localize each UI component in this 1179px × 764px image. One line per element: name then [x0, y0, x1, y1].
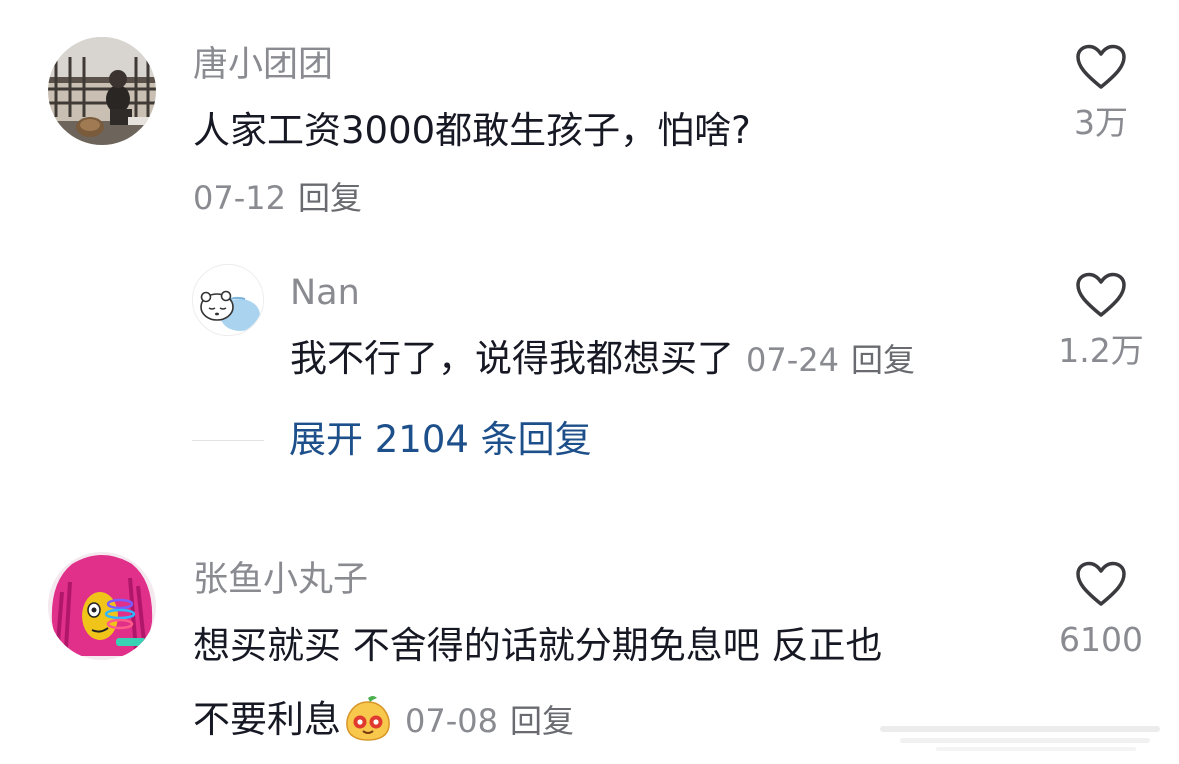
avatar[interactable] [192, 264, 264, 336]
comment-date: 07-12 [193, 179, 286, 217]
reply-button[interactable]: 回复 [298, 179, 362, 217]
heart-icon [1076, 272, 1126, 317]
comment-text: 不要利息 [193, 698, 341, 741]
comment-date: 07-08 [405, 702, 498, 740]
comment-text: 我不行了，说得我都想买了 [290, 337, 734, 380]
like-button[interactable]: 1.2万 [1041, 272, 1161, 367]
sleeping-bear-avatar-icon [193, 265, 263, 335]
reply-button[interactable]: 回复 [851, 341, 915, 379]
comment-text: 人家工资3000都敢生孩子，怕啥? [193, 109, 751, 152]
expand-replies-button[interactable]: 展开 2104 条回复 [289, 421, 592, 458]
like-count: 1.2万 [1058, 331, 1144, 370]
smiling-pear-emoji-icon [343, 694, 393, 748]
comment-text-row: 我不行了，说得我都想买了 07-24 回复 [290, 340, 915, 377]
watermark [880, 726, 1160, 751]
heart-icon [1076, 44, 1126, 89]
like-count: 3万 [1074, 103, 1128, 142]
avatar[interactable] [48, 37, 156, 145]
avatar[interactable] [48, 552, 156, 660]
comment-text: 想买就买 不舍得的话就分期免息吧 反正也 [193, 624, 883, 667]
comment-username[interactable]: 唐小团团 [193, 48, 333, 83]
pink-hair-avatar-icon [48, 552, 156, 660]
divider [192, 440, 264, 441]
like-button[interactable]: 3万 [1041, 44, 1161, 139]
comment-username[interactable]: 张鱼小丸子 [193, 563, 368, 598]
comment-date: 07-24 [746, 341, 839, 379]
comment-username[interactable]: Nan [290, 276, 360, 311]
comment-meta: 07-24 回复 [746, 341, 915, 379]
reply-button[interactable]: 回复 [510, 702, 574, 740]
heart-icon [1076, 561, 1126, 606]
comment-text-row: 不要利息 07-08 回复 [193, 694, 574, 748]
like-button[interactable]: 6100 [1041, 561, 1161, 656]
comment-meta: 07-12 回复 [193, 182, 362, 214]
like-count: 6100 [1059, 620, 1143, 659]
photo-avatar-icon [48, 37, 156, 145]
comment-meta: 07-08 回复 [405, 702, 574, 740]
